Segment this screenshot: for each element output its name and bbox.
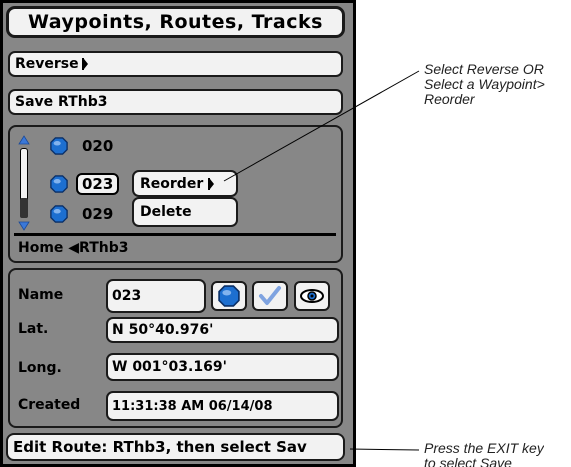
callout-line: Select a Waypoint> xyxy=(424,76,545,92)
callout-line: to select Save xyxy=(424,455,512,467)
callout-line: Press the EXIT key xyxy=(424,441,544,456)
callout-bottom: Press the EXIT key to select Save xyxy=(424,441,544,467)
callout-leader-top xyxy=(223,70,420,182)
callout-line: Reorder xyxy=(424,91,475,107)
callout-line: Select Reverse OR xyxy=(424,61,544,77)
callout-leader-bottom xyxy=(349,448,420,451)
callout-top: Select Reverse OR Select a Waypoint> Reo… xyxy=(424,62,545,107)
